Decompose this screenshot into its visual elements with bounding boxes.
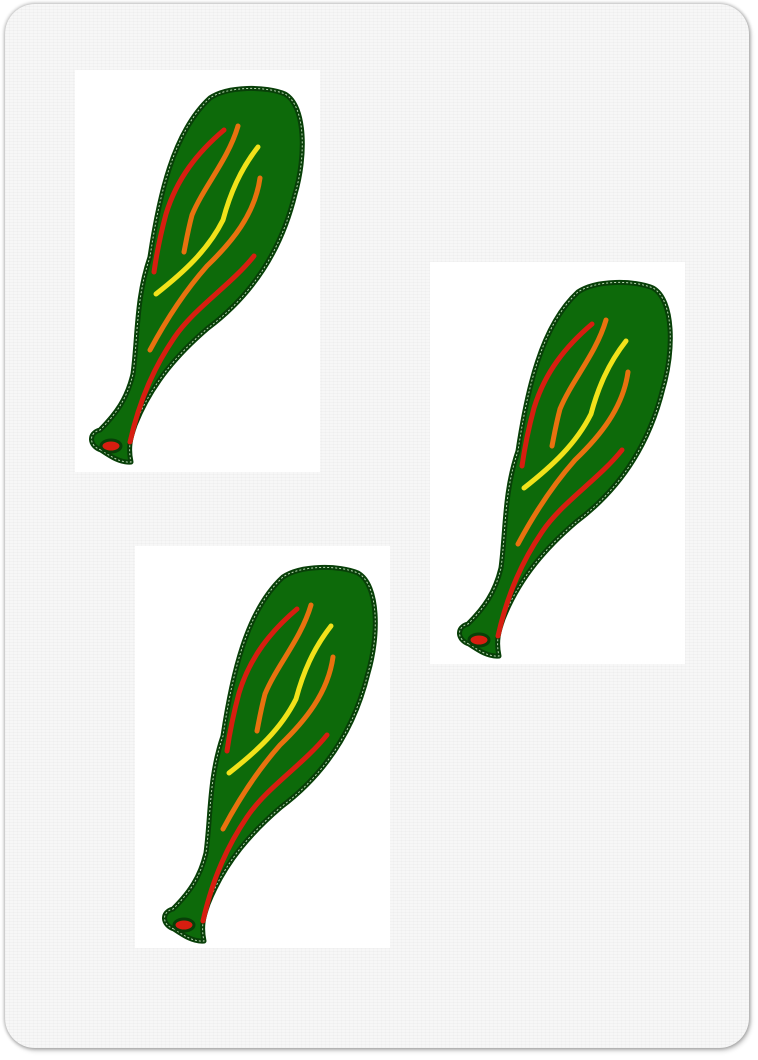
playing-card[interactable] [5,4,749,1048]
club-handle-knob [99,438,123,454]
club-pip-top-left-icon [89,85,305,465]
club-pip-bottom-left-icon [162,564,378,944]
club-pip-right-icon [457,279,673,659]
club-handle-knob [172,917,196,933]
club-handle-knob [467,632,491,648]
